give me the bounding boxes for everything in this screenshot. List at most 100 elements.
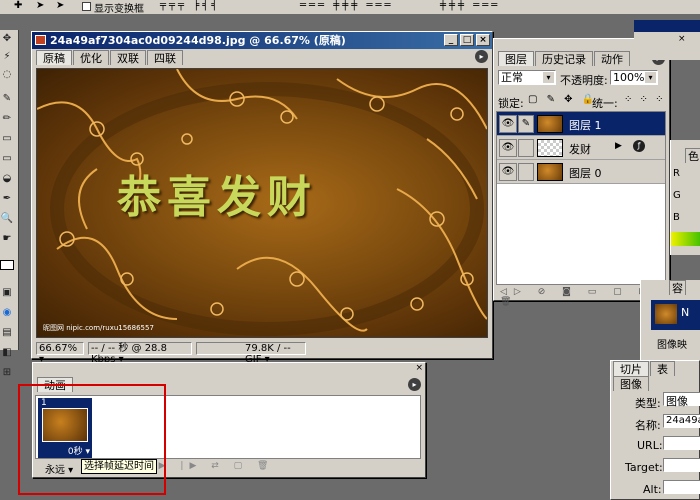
- download-time-select[interactable]: -- / -- 秒 @ 28.8 Kbps ▾: [88, 342, 192, 365]
- layer-thumbnail: [537, 115, 563, 133]
- document-titlebar[interactable]: 24a49af7304ac0d09244d98.jpg @ 66.67% (原稿…: [32, 32, 492, 49]
- eyedropper-icon[interactable]: ✒: [0, 192, 14, 206]
- tab-4up[interactable]: 四联: [147, 50, 183, 65]
- slice-type-select[interactable]: 图像: [663, 392, 700, 408]
- tab-image[interactable]: 图像: [613, 376, 649, 391]
- hand-icon[interactable]: ☛: [0, 232, 14, 246]
- document-title: 24a49af7304ac0d09244d98.jpg @ 66.67% (原稿…: [50, 34, 346, 47]
- animation-menu-icon[interactable]: ▸: [408, 378, 421, 391]
- tab-slice[interactable]: 切片: [613, 361, 649, 376]
- tab-content[interactable]: 容: [669, 280, 686, 295]
- right-panel-titlebar: [634, 20, 700, 32]
- eye-icon[interactable]: 👁: [499, 139, 517, 157]
- blend-mode-select[interactable]: 正常 ▾: [498, 70, 556, 85]
- lock-label: 锁定:: [498, 97, 524, 110]
- slice-url-input[interactable]: [663, 436, 700, 450]
- expand-arrow-icon[interactable]: ▶: [615, 141, 622, 151]
- shape-icon[interactable]: ◒: [0, 172, 14, 186]
- minimize-button[interactable]: _: [444, 34, 458, 46]
- color-b-label: B: [673, 212, 680, 223]
- tab-original[interactable]: 原稿: [36, 50, 72, 65]
- highlight-box: [18, 384, 166, 495]
- color-panel: 色 R G B: [670, 140, 700, 255]
- slice-alt-input[interactable]: [663, 480, 700, 494]
- jump-icon[interactable]: ⊞: [0, 366, 14, 380]
- opacity-label: 不透明度:: [560, 74, 608, 87]
- distribute-icons-2[interactable]: ╪╪╪ ═══: [440, 0, 500, 11]
- magic-wand-icon[interactable]: ⚡: [0, 50, 14, 64]
- color-r-label: R: [673, 168, 680, 179]
- pointer-icon[interactable]: ➤: [36, 0, 44, 11]
- layer-name: 图层 0: [569, 167, 602, 180]
- move-tool-icon[interactable]: ✥: [0, 32, 14, 46]
- layers-panel: × 图层历史记录动作 ▸ 正常▾ 不透明度: 100%▾ 锁定: ▢ ✎ ✥ 🔒…: [493, 38, 670, 307]
- lasso-icon[interactable]: ◌: [0, 68, 14, 82]
- slice-name-input[interactable]: 24a49af: [663, 414, 700, 428]
- effects-icon[interactable]: ƒ: [633, 140, 645, 152]
- image-map-label: 图像映: [657, 340, 687, 351]
- canvas-image[interactable]: 恭喜发财 昵图网 nipic.com/ruxu15686557: [36, 68, 488, 338]
- slice-type-label: 类型:: [635, 397, 661, 410]
- opacity-input[interactable]: 100% ▾: [610, 70, 658, 85]
- lock-icons[interactable]: ▢ ✎ ✥ 🔒: [528, 94, 597, 105]
- distribute-icons[interactable]: ═══ ╪╪╪ ═══: [300, 0, 394, 11]
- brush-icon[interactable]: ✎: [518, 115, 534, 133]
- zoom-icon[interactable]: 🔍: [0, 212, 14, 226]
- layer-thumbnail: [537, 139, 563, 157]
- image-map-panel: 容 N 图像映: [640, 280, 700, 360]
- arrow-tool-icon[interactable]: ✚: [14, 0, 22, 11]
- maximize-button[interactable]: □: [460, 34, 474, 46]
- close-button[interactable]: ×: [476, 34, 490, 46]
- document-status-bar: 66.67% ▾ -- / -- 秒 @ 28.8 Kbps ▾ 79.8K /…: [34, 342, 490, 365]
- tab-table[interactable]: 表: [650, 361, 675, 376]
- eraser-icon[interactable]: ▭: [0, 132, 14, 146]
- unify-label: 统一:: [592, 97, 618, 110]
- image-thumb: [655, 304, 677, 324]
- file-size-select[interactable]: 79.8K / -- GIF ▾: [196, 342, 306, 365]
- tab-optimized[interactable]: 优化: [73, 50, 109, 65]
- slice-target-input[interactable]: [663, 458, 700, 472]
- empty-slot[interactable]: [518, 139, 534, 157]
- zoom-select[interactable]: 66.67% ▾: [36, 342, 84, 365]
- layer-name: 图层 1: [569, 119, 602, 132]
- tools-palette: ✥ ⚡ ◌ ✎ ✏ ▭ ▭ ◒ ✒ 🔍 ☛ ▣ ◉ ▤ ◧ ⊞: [0, 30, 19, 378]
- right-panel-tab[interactable]: ×: [678, 34, 686, 44]
- preview-icon[interactable]: ▤: [0, 326, 14, 340]
- animation-close-icon[interactable]: ×: [415, 363, 423, 373]
- eye-icon[interactable]: 👁: [499, 163, 517, 181]
- color-ramp[interactable]: [671, 232, 700, 246]
- edit-mode-icon[interactable]: ◧: [0, 346, 14, 360]
- top-options-bar: ✚ ➤ ➤ 显示变换框 ╤╤╤ ╞╡╡ ═══ ╪╪╪ ═══ ╪╪╪ ═══: [0, 0, 700, 15]
- layer-row[interactable]: 👁 ✎ 图层 1: [497, 112, 665, 136]
- pencil-icon[interactable]: ✏: [0, 112, 14, 126]
- unify-icons[interactable]: ⁘ ⁘ ⁘: [624, 94, 666, 105]
- pointer-plus-icon[interactable]: ➤: [56, 0, 64, 11]
- slice-url-label: URL:: [637, 439, 663, 452]
- layer-row[interactable]: 👁 发财 ▶ ƒ: [497, 136, 665, 160]
- image-map-thumbnail: N: [651, 300, 700, 330]
- slice-alt-label: Alt:: [643, 483, 662, 496]
- brush-icon[interactable]: ✎: [0, 92, 14, 106]
- rectangle-icon[interactable]: ▭: [0, 152, 14, 166]
- align-icons[interactable]: ╤╤╤ ╞╡╡: [160, 0, 220, 11]
- show-transform-checkbox[interactable]: [82, 2, 91, 11]
- empty-slot[interactable]: [518, 163, 534, 181]
- tab-color[interactable]: 色: [685, 148, 700, 163]
- tab-layers[interactable]: 图层: [498, 51, 534, 66]
- layer-row[interactable]: 👁 图层 0: [497, 160, 665, 184]
- tab-actions[interactable]: 动作: [594, 51, 630, 66]
- layer-thumbnail: [537, 163, 563, 181]
- slice-panel: 切片表图像 类型: 图像 名称: 24a49af URL: Target: Al…: [610, 360, 700, 500]
- swatch-icon[interactable]: [0, 260, 14, 270]
- slice-panel-header: 切片 表图像: [611, 361, 699, 391]
- screen-mode-icon[interactable]: ▣: [0, 286, 14, 300]
- tab-2up[interactable]: 双联: [110, 50, 146, 65]
- layer-footer-icons[interactable]: ◁▷ ⊘ ◙ ▭ ▢ ⊞ 🗑: [500, 287, 653, 307]
- document-menu-icon[interactable]: ▸: [475, 50, 488, 63]
- show-transform-label: 显示变换框: [94, 4, 144, 15]
- watermark-text: 昵图网 nipic.com/ruxu15686557: [43, 324, 154, 332]
- eye-icon[interactable]: 👁: [499, 115, 517, 133]
- layers-list: 👁 ✎ 图层 1 👁 发财 ▶ ƒ 👁 图层 0: [496, 111, 666, 285]
- browser-icon[interactable]: ◉: [0, 306, 14, 320]
- tab-history[interactable]: 历史记录: [535, 51, 593, 66]
